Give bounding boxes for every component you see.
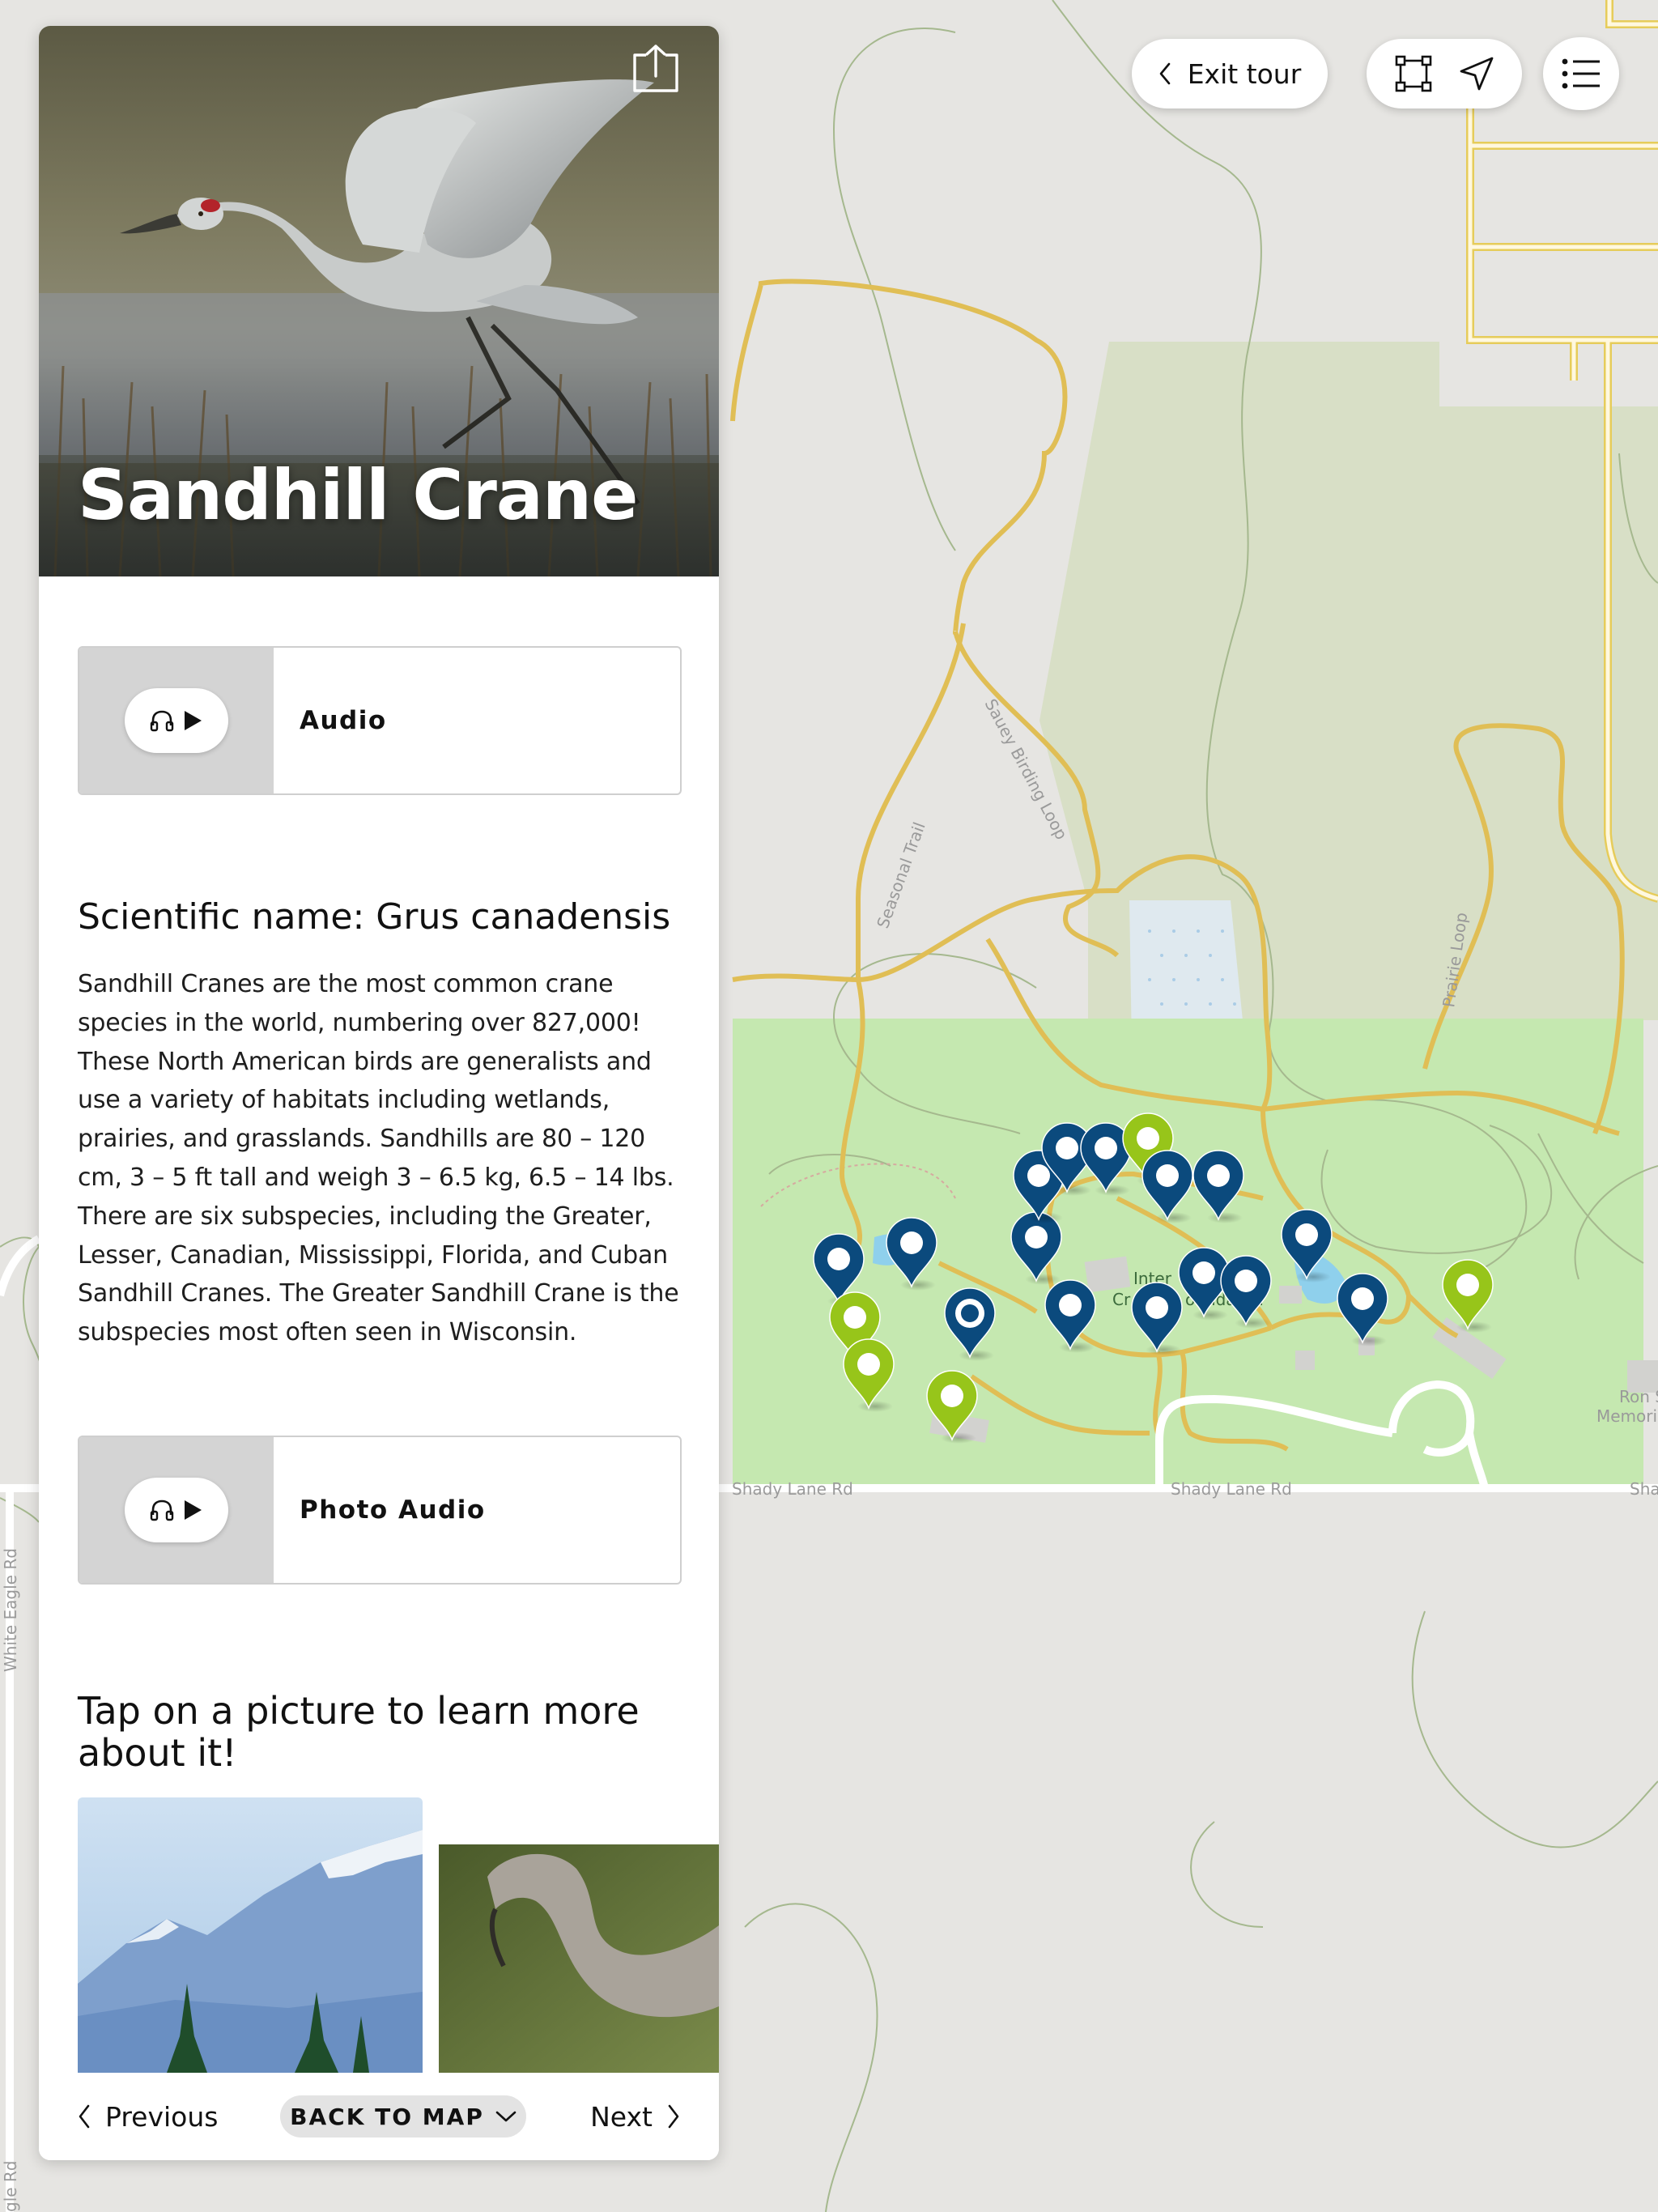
gallery-photo-crane-neck[interactable] [439, 1844, 719, 2073]
hero-image: Sandhill Crane [39, 26, 719, 576]
species-panel: Sandhill Crane Audio Scientific name: Gr… [39, 26, 719, 2160]
photo-audio-label: Photo Audio [300, 1495, 486, 1525]
species-title: Sandhill Crane [78, 455, 638, 536]
list-menu-icon [1561, 56, 1601, 91]
place-label-intl-2: Cr [1112, 1290, 1131, 1309]
species-description: Sandhill Cranes are the most common cran… [78, 970, 679, 1347]
exit-tour-label: Exit tour [1187, 57, 1302, 90]
locate-arrow-icon[interactable] [1458, 55, 1495, 92]
list-menu-button[interactable] [1543, 37, 1619, 110]
photo-audio-play-button[interactable] [125, 1478, 228, 1542]
audio-player[interactable]: Audio [78, 646, 682, 795]
back-to-map-button[interactable]: BACK TO MAP [280, 2095, 526, 2138]
next-label: Next [590, 2100, 653, 2133]
play-icon [182, 709, 203, 732]
gallery-photo-mountain[interactable] [78, 1797, 423, 2073]
headphones-icon [150, 709, 174, 732]
photo-audio-player[interactable]: Photo Audio [78, 1436, 682, 1585]
road-label-shady-lane-3: Sha [1630, 1479, 1658, 1499]
gallery-prompt: Tap on a picture to learn more about it! [78, 1689, 640, 1775]
audio-label: Audio [300, 706, 387, 735]
previous-label: Previous [105, 2100, 219, 2133]
place-label-memorial: Memoria [1596, 1406, 1658, 1426]
next-button[interactable]: Next [590, 2091, 680, 2142]
chevron-left-icon [78, 2104, 91, 2129]
extent-icon[interactable] [1394, 54, 1433, 93]
road-label-shady-lane-2: Shady Lane Rd [1171, 1479, 1292, 1499]
previous-button[interactable]: Previous [78, 2091, 218, 2142]
map-tools-group [1367, 39, 1522, 108]
place-label-ron-s: Ron S [1619, 1387, 1658, 1406]
road-label-white-eagle: White Eagle Rd [1, 1548, 20, 1672]
exit-tour-button[interactable]: Exit tour [1132, 39, 1328, 108]
chevron-right-icon [667, 2104, 680, 2129]
play-icon [182, 1499, 203, 1521]
share-icon [631, 44, 680, 96]
scientific-name: Scientific name: Grus canadensis [78, 896, 671, 938]
share-button[interactable] [631, 44, 680, 96]
road-label-shady-lane-1: Shady Lane Rd [732, 1479, 853, 1499]
audio-play-button[interactable] [125, 688, 228, 753]
back-to-map-label: BACK TO MAP [290, 2103, 484, 2130]
chevron-left-icon [1158, 62, 1171, 85]
chevron-down-icon [495, 2110, 517, 2123]
panel-bottom-nav: Previous BACK TO MAP Next [39, 2073, 719, 2160]
road-label-white-eagle-2: gle Rd [1, 2160, 20, 2212]
headphones-icon [150, 1499, 174, 1521]
